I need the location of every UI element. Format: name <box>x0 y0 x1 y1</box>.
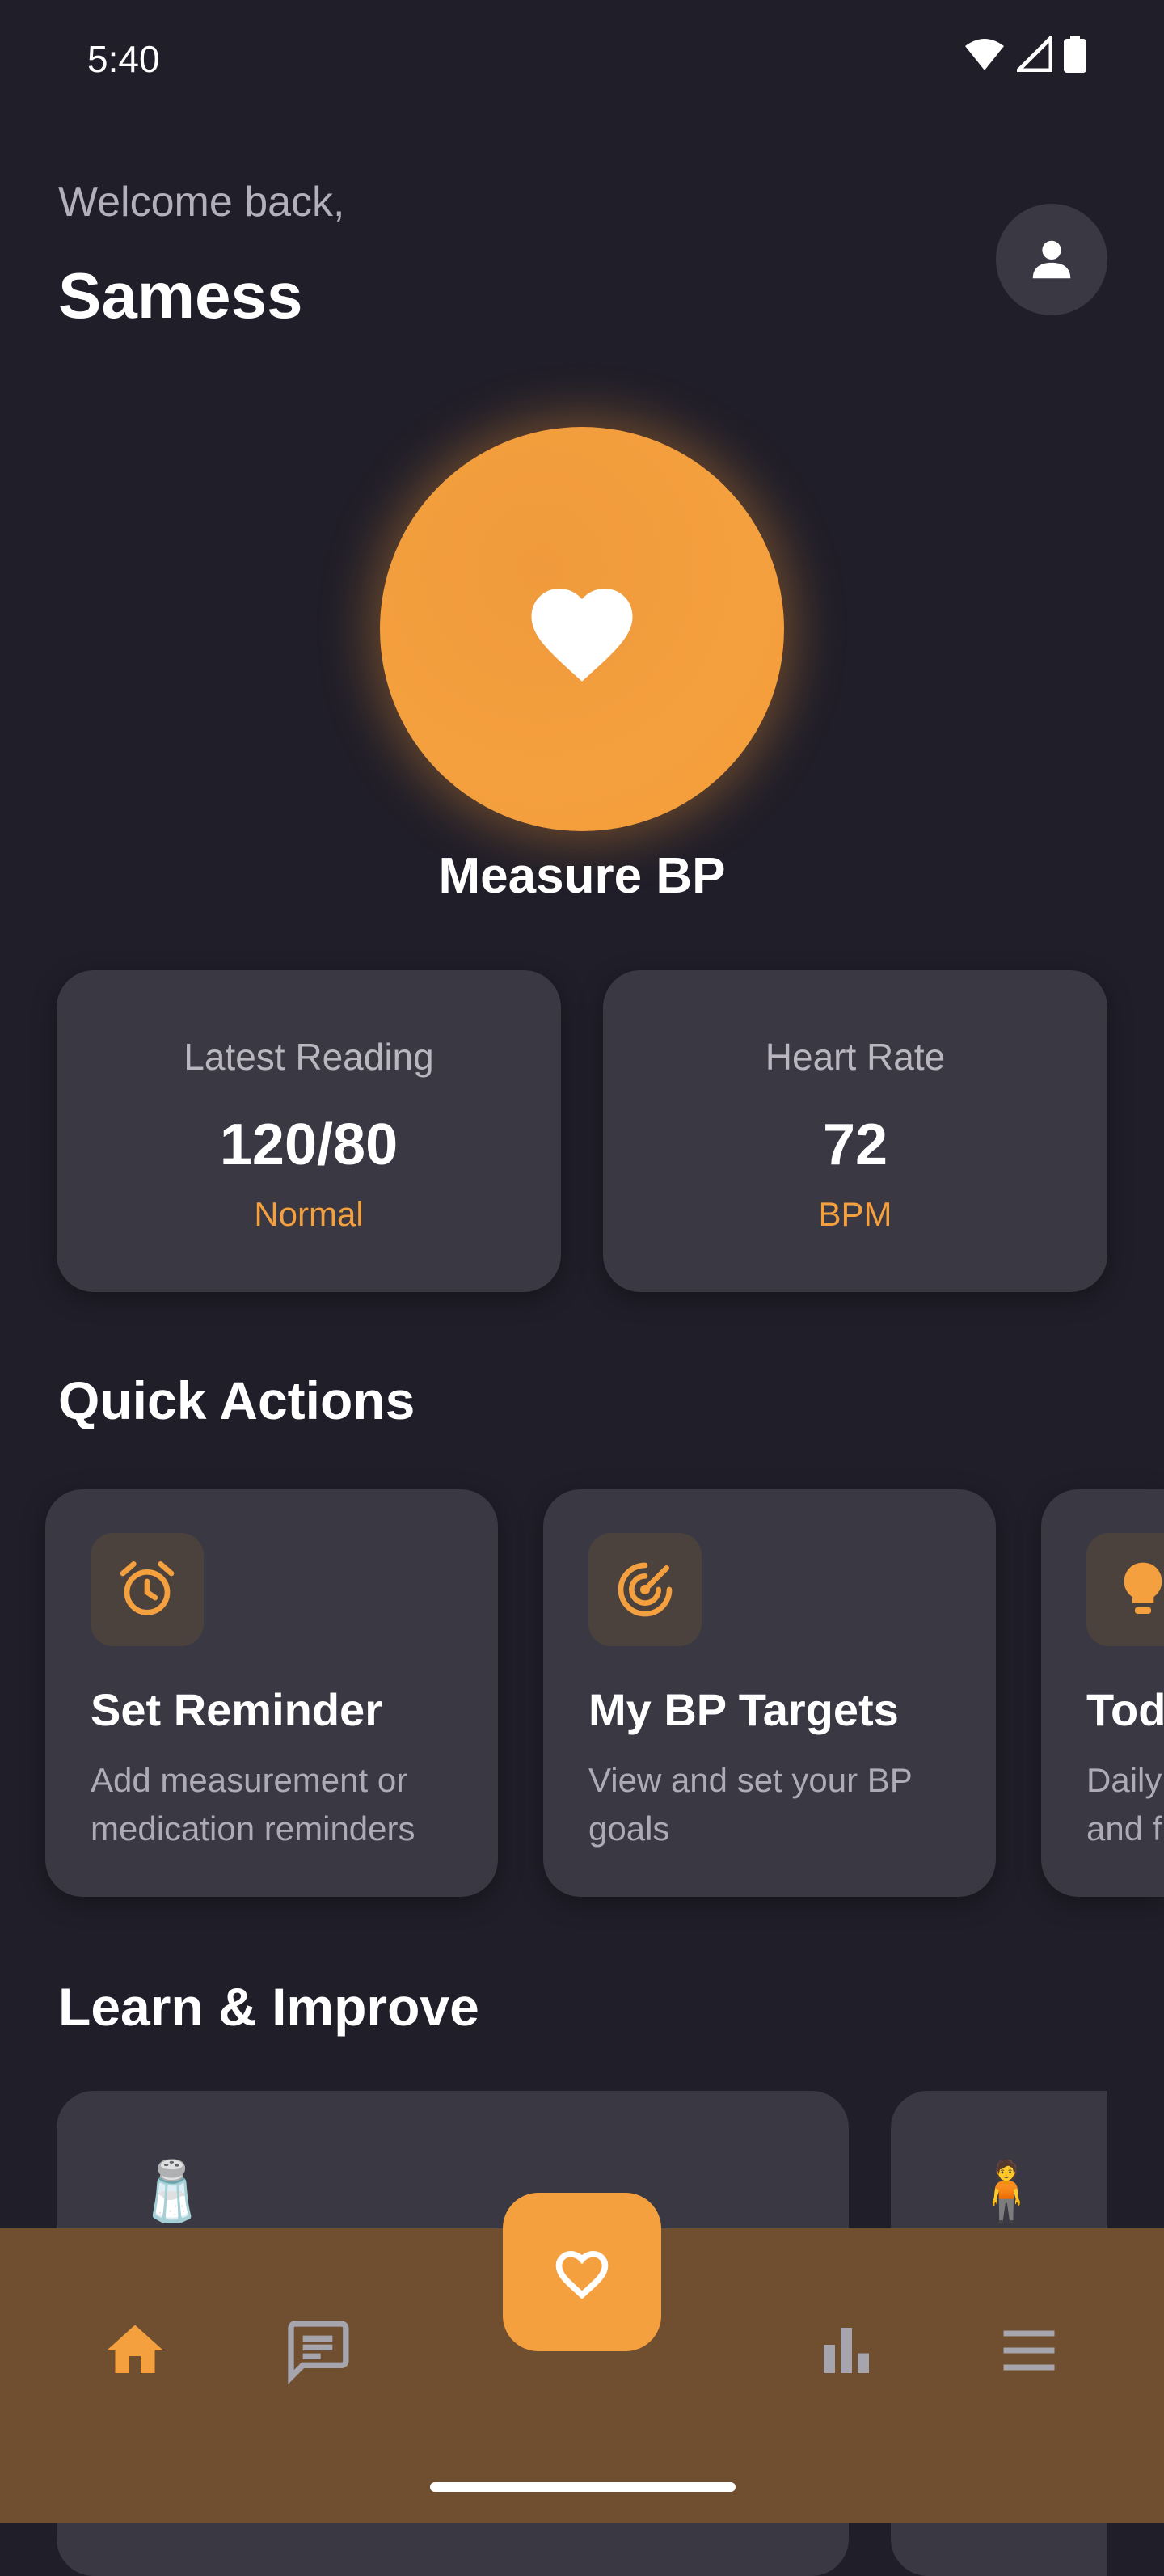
action-description: Add measurement or medication reminders <box>91 1761 415 1848</box>
action-title: My BP Targets <box>588 1684 899 1735</box>
fab-heart-button[interactable] <box>503 2193 661 2351</box>
quick-actions-title: Quick Actions <box>58 1370 415 1430</box>
stat-value: 72 <box>822 1113 888 1177</box>
profile-avatar-button[interactable] <box>996 204 1107 315</box>
nav-messages-button[interactable] <box>273 2306 362 2395</box>
measure-bp-button[interactable] <box>380 427 784 831</box>
action-icon-container <box>588 1533 702 1646</box>
battery-icon <box>1064 36 1086 73</box>
stat-value: 120/80 <box>219 1113 399 1177</box>
status-time: 5:40 <box>87 38 160 80</box>
action-description: Daily and f <box>1086 1761 1162 1848</box>
status-icons <box>964 36 1086 73</box>
home-icon <box>107 2325 163 2373</box>
menu-icon <box>1003 2330 1055 2371</box>
measure-bp-label: Measure BP <box>438 848 726 904</box>
bar-chart-icon <box>824 2328 869 2373</box>
target-icon <box>618 1562 673 1617</box>
stat-title: Heart Rate <box>765 1036 946 1078</box>
action-icon-container <box>1086 1533 1164 1646</box>
action-title: Set Reminder <box>91 1684 382 1735</box>
welcome-text: Welcome back, <box>58 179 345 226</box>
nav-home-button[interactable] <box>91 2306 179 2395</box>
nav-menu-button[interactable] <box>985 2306 1073 2395</box>
stat-unit: BPM <box>818 1195 892 1233</box>
wifi-icon <box>965 39 1004 70</box>
heart-icon <box>531 589 633 682</box>
username: Samess <box>58 260 303 332</box>
heart-rate-card[interactable]: Heart Rate 72 BPM <box>603 970 1107 1292</box>
stat-status: Normal <box>254 1195 364 1233</box>
chat-icon <box>288 2321 349 2384</box>
lightbulb-icon <box>1124 1562 1162 1614</box>
alarm-icon <box>120 1561 175 1615</box>
action-title: Tod <box>1086 1684 1164 1735</box>
latest-reading-card[interactable]: Latest Reading 120/80 Normal <box>57 970 561 1292</box>
nav-statistics-button[interactable] <box>802 2306 891 2395</box>
action-icon-container <box>91 1533 204 1646</box>
home-indicator[interactable] <box>430 2482 736 2492</box>
heart-outline-icon <box>555 2251 609 2299</box>
stat-title: Latest Reading <box>183 1036 434 1078</box>
bp-targets-card[interactable]: My BP Targets View and set your BP goals <box>543 1489 996 1897</box>
tips-card[interactable]: Tod Daily and f <box>1041 1489 1164 1897</box>
cellular-signal-icon <box>1017 36 1052 72</box>
action-description: View and set your BP goals <box>588 1761 913 1848</box>
salt-shaker-icon: 🧂 <box>136 2160 209 2224</box>
status-bar: 5:40 <box>0 0 1164 113</box>
person-icon <box>1032 240 1071 279</box>
set-reminder-card[interactable]: Set Reminder Add measurement or medicati… <box>45 1489 498 1897</box>
person-standing-icon: 🧍 <box>970 2160 1043 2224</box>
learn-improve-title: Learn & Improve <box>58 1977 479 2037</box>
